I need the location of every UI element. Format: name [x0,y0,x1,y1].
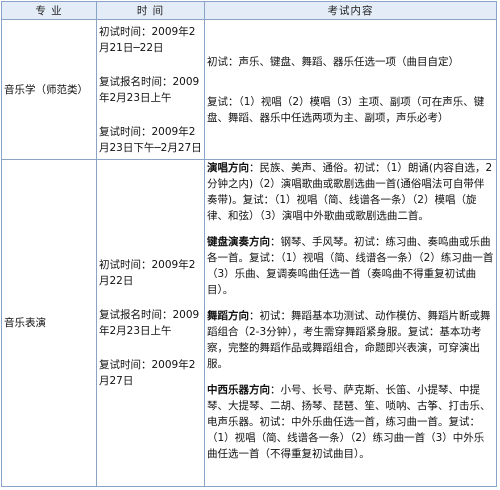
table-row-music-performance: 音乐表演 初试时间：2009年2月22日 复试报名时间：2009年2月23日上午… [1,159,497,487]
content-initial: 初试：声乐、键盘、舞蹈、器乐任选一项（曲目自定） [207,55,459,68]
table-header-row: 专 业 时 间 考试内容 [1,1,497,20]
table-row-music-education: 音乐学（师范类） 初试时间：2009年2月21日─22日 复试报名时间：2009… [1,19,497,160]
content-cell: 演唱方向：民族、美声、通俗。初试：（1）朗诵(内容自选，2分钟之内)（2）演唱歌… [204,159,497,487]
time-retest-registration: 复试报名时间：2009年2月23日上午 [99,309,200,337]
content-cell: 初试：声乐、键盘、舞蹈、器乐任选一项（曲目自定） 复试：（1）视唱（2）模唱（3… [204,19,497,160]
exam-schedule-table-wrapper: 专 业 时 间 考试内容 音乐学（师范类） 初试时间：2009年2月21日─22… [1,1,497,487]
section-text: ：民族、美声、通俗。初试：（1）朗诵(内容自选，2分钟之内)（2）演唱歌曲或歌剧… [207,162,493,222]
header-major: 专 业 [1,1,97,20]
section-dance: 舞蹈方向：初试：舞蹈基本功测试、动作模仿、舞蹈片断或舞蹈组合（2-3分钟），考生… [207,308,494,372]
section-title: 中西乐器方向 [207,384,270,396]
time-retest: 复试时间：2009年2月23日下午─2月27日 [99,125,202,154]
time-cell: 初试时间：2009年2月21日─22日 复试报名时间：2009年2月23日上午 … [96,19,205,160]
time-retest: 复试时间：2009年2月27日 [99,359,196,387]
time-retest-registration: 复试报名时间：2009年2月23日上午 [99,75,200,104]
section-title: 演唱方向 [207,162,249,174]
major-cell: 音乐学（师范类） [1,19,97,160]
section-keyboard: 键盘演奏方向：钢琴、手风琴。初试：练习曲、奏鸣曲或乐曲各一首。复试：（1）视唱（… [207,234,494,298]
time-cell: 初试时间：2009年2月22日 复试报名时间：2009年2月23日上午 复试时间… [96,159,205,487]
section-text: ：初试：舞蹈基本功测试、动作模仿、舞蹈片断或舞蹈组合（2-3分钟），考生需穿舞蹈… [207,310,491,370]
time-initial: 初试时间：2009年2月21日─22日 [99,25,196,54]
time-initial: 初试时间：2009年2月22日 [99,259,196,287]
section-title: 键盘演奏方向 [207,236,270,248]
exam-schedule-table: 专 业 时 间 考试内容 音乐学（师范类） 初试时间：2009年2月21日─22… [1,1,497,487]
content-retest: 复试：（1）视唱（2）模唱（3）主项、副项（可在声乐、键盘、舞蹈、器乐中任选两项… [207,95,485,124]
section-title: 舞蹈方向 [207,310,249,322]
section-vocal: 演唱方向：民族、美声、通俗。初试：（1）朗诵(内容自选，2分钟之内)（2）演唱歌… [207,160,494,224]
header-content: 考试内容 [204,1,497,20]
section-instruments: 中西乐器方向：小号、长号、萨克斯、长笛、小提琴、中提琴、大提琴、二胡、扬琴、琵琶… [207,382,494,462]
header-time: 时 间 [96,1,205,20]
major-cell: 音乐表演 [1,159,97,487]
